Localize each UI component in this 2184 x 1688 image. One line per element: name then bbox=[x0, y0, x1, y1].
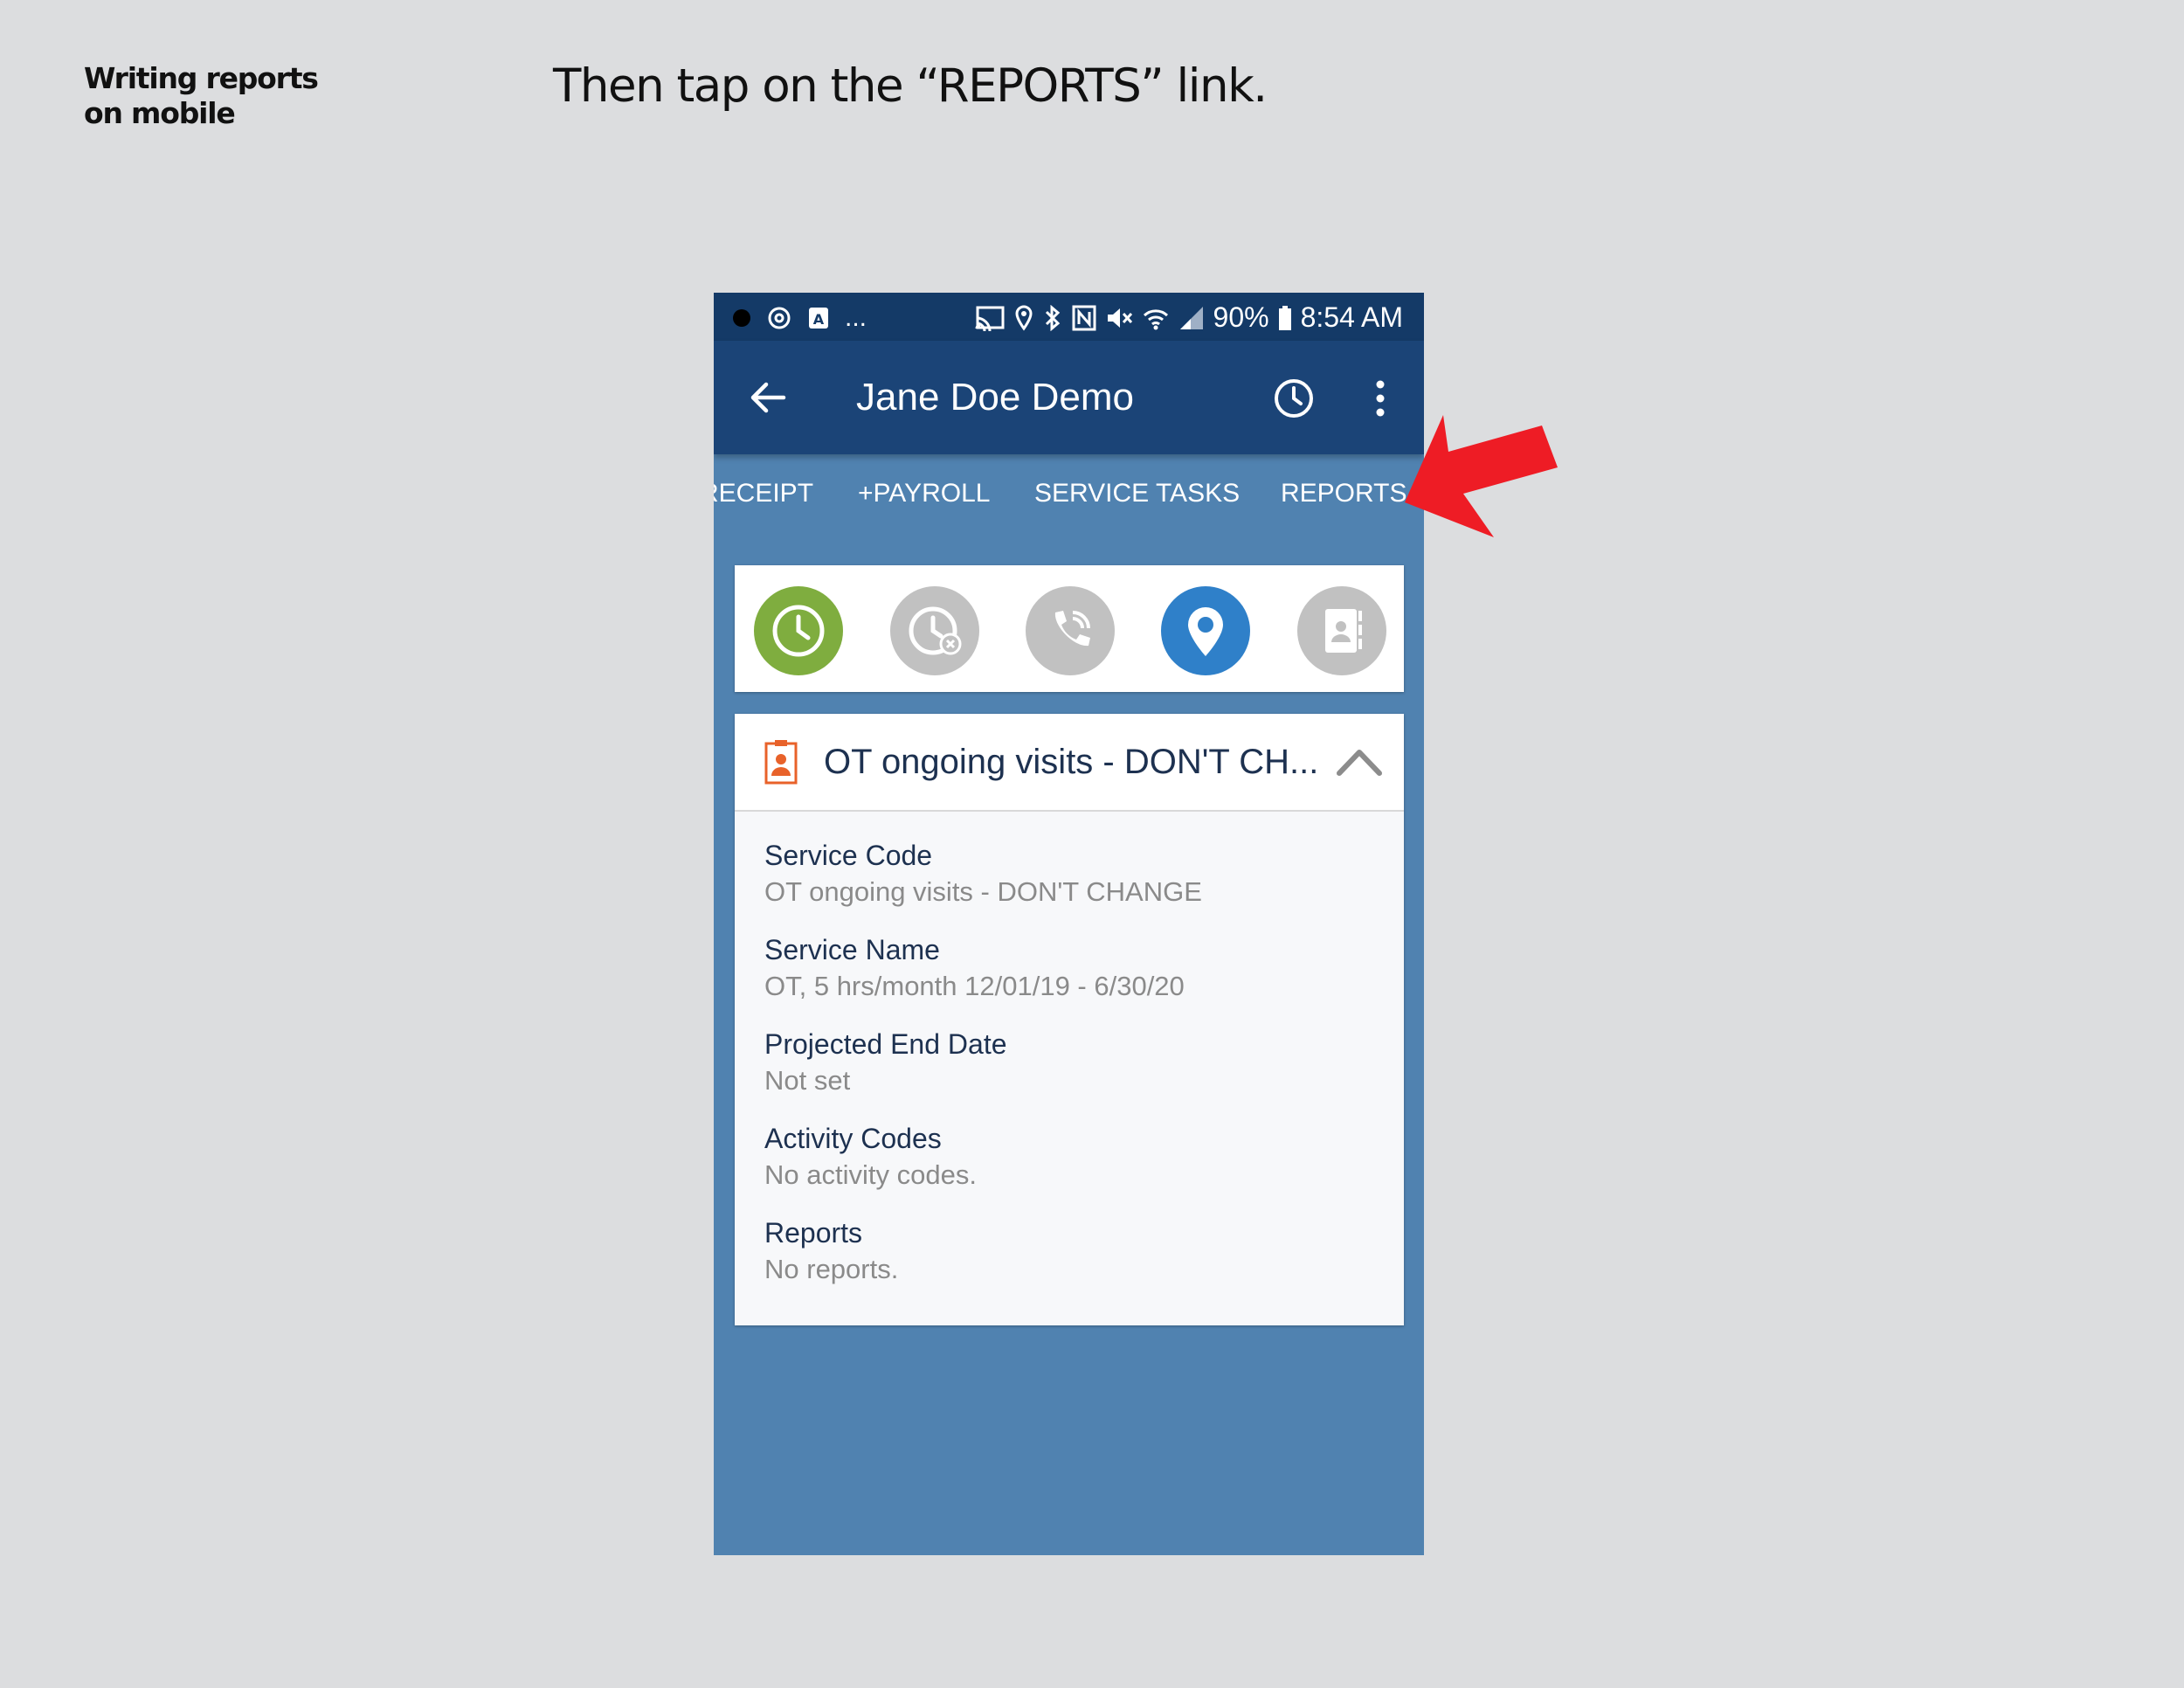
tab-receipt[interactable]: RECEIPT bbox=[714, 454, 813, 533]
service-code-field: Service Code OT ongoing visits - DON'T C… bbox=[764, 838, 1202, 911]
clock-cancel-icon bbox=[909, 606, 962, 655]
status-time: 8:54 AM bbox=[1300, 301, 1403, 333]
status-left: A ... bbox=[733, 303, 867, 333]
chevron-up-icon[interactable] bbox=[1336, 747, 1383, 777]
signal-icon bbox=[1179, 306, 1203, 329]
clock-in-button[interactable] bbox=[754, 586, 843, 675]
service-badge-icon bbox=[764, 740, 798, 785]
more-vertical-icon[interactable] bbox=[1373, 379, 1387, 418]
clock-in-icon bbox=[772, 605, 825, 657]
field-value: OT ongoing visits - DON'T CHANGE bbox=[764, 876, 1202, 907]
tab-service-tasks[interactable]: SERVICE TASKS bbox=[1034, 454, 1240, 533]
field-label: Reports bbox=[764, 1217, 863, 1249]
contact-book-icon bbox=[1325, 609, 1362, 653]
side-label-line1: Writing reports bbox=[84, 61, 319, 95]
field-value: OT, 5 hrs/month 12/01/19 - 6/30/20 bbox=[764, 971, 1185, 1001]
phone-button[interactable] bbox=[1026, 586, 1115, 675]
phone-icon bbox=[1054, 611, 1090, 647]
nfc-icon bbox=[1072, 305, 1096, 330]
dot-icon bbox=[733, 309, 750, 327]
location-pin-icon bbox=[1188, 607, 1223, 656]
field-label: Service Name bbox=[764, 934, 940, 965]
phone-screen: A ... 90% 8:54 AM Jane Doe Demo ECEIPT +… bbox=[714, 293, 1424, 1555]
svg-text:A: A bbox=[813, 311, 825, 328]
red-arrow-icon bbox=[1405, 415, 1558, 537]
field-value: Not set bbox=[764, 1065, 851, 1096]
app-toolbar: Jane Doe Demo bbox=[714, 341, 1424, 454]
projected-end-date-field: Projected End Date Not set bbox=[764, 1027, 1007, 1100]
cast-icon bbox=[975, 306, 1005, 331]
side-label: Writing reports on mobile bbox=[84, 61, 319, 131]
quick-actions-card bbox=[735, 565, 1404, 692]
field-value: No reports. bbox=[764, 1254, 899, 1284]
battery-percent: 90% bbox=[1213, 301, 1269, 333]
reports-field: Reports No reports. bbox=[764, 1215, 898, 1289]
field-label: Activity Codes bbox=[764, 1123, 942, 1154]
location-icon bbox=[1015, 304, 1033, 331]
field-label: Service Code bbox=[764, 840, 933, 871]
activity-codes-field: Activity Codes No activity codes. bbox=[764, 1121, 977, 1194]
tab-payroll[interactable]: +PAYROLL bbox=[858, 454, 990, 533]
clock-cancel-button[interactable] bbox=[890, 586, 979, 675]
field-value: No activity codes. bbox=[764, 1159, 977, 1190]
contact-book-button[interactable] bbox=[1297, 586, 1386, 675]
bluetooth-icon bbox=[1045, 304, 1060, 331]
location-button[interactable] bbox=[1161, 586, 1250, 675]
toolbar-title: Jane Doe Demo bbox=[856, 376, 1134, 419]
wifi-icon bbox=[1143, 308, 1168, 329]
service-name-field: Service Name OT, 5 hrs/month 12/01/19 - … bbox=[764, 932, 1185, 1006]
battery-icon bbox=[1278, 305, 1291, 330]
status-right: 90% 8:54 AM bbox=[974, 301, 1403, 334]
status-bar: A ... 90% 8:54 AM bbox=[714, 293, 1424, 341]
tab-bar: RECEIPT +PAYROLL SERVICE TASKS REPORTS bbox=[714, 454, 1424, 533]
mute-icon bbox=[1107, 308, 1132, 328]
instruction-text: Then tap on the “REPORTS” link. bbox=[553, 59, 1268, 113]
side-label-line2: on mobile bbox=[84, 96, 236, 130]
sync-icon bbox=[768, 307, 791, 329]
service-card: OT ongoing visits - DON'T CH... Service … bbox=[735, 714, 1404, 1325]
field-label: Projected End Date bbox=[764, 1028, 1007, 1060]
font-icon: A bbox=[809, 308, 828, 329]
clock-icon[interactable] bbox=[1273, 377, 1315, 419]
tab-reports[interactable]: REPORTS bbox=[1281, 454, 1406, 533]
service-header[interactable]: OT ongoing visits - DON'T CH... bbox=[735, 714, 1404, 812]
more-notifications: ... bbox=[845, 303, 867, 332]
back-arrow-icon[interactable] bbox=[749, 380, 787, 415]
service-title: OT ongoing visits - DON'T CH... bbox=[824, 743, 1319, 781]
